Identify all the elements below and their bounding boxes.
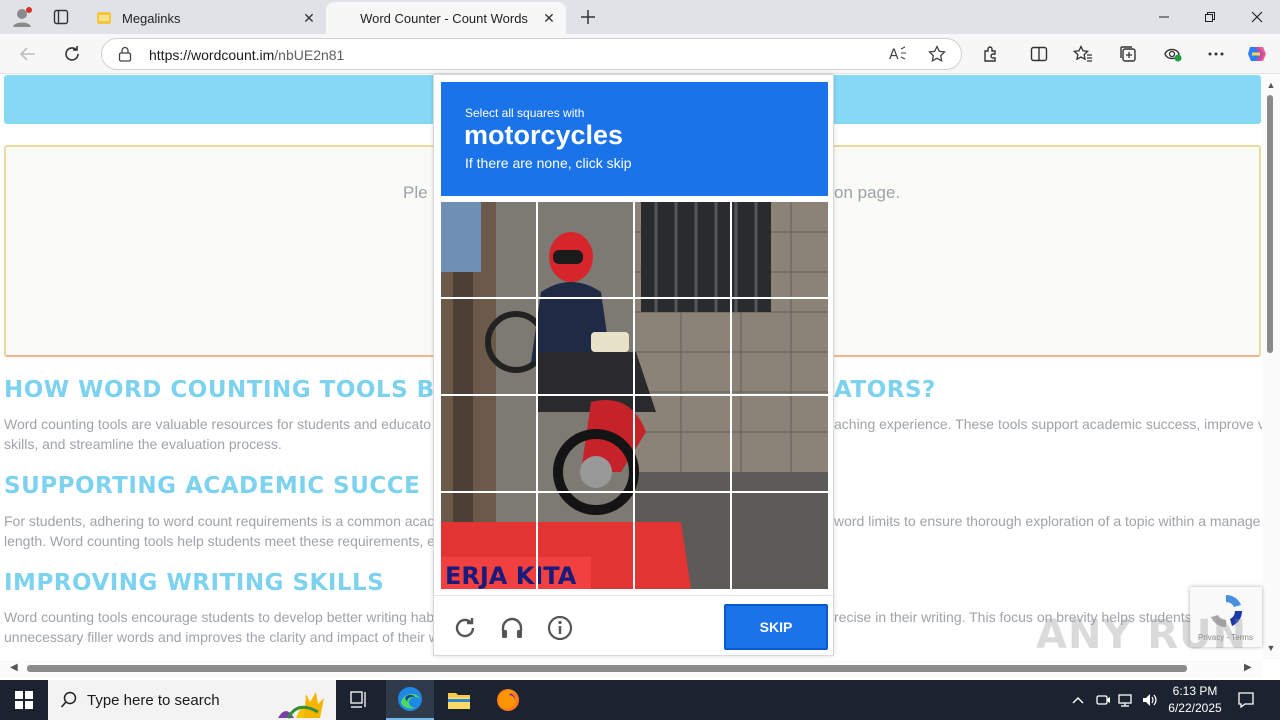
split-screen-icon[interactable] [1027, 42, 1051, 66]
paragraph-line: skills, and streamline the evaluation pr… [4, 436, 282, 452]
captcha-instruction: Select all squares with [465, 106, 585, 120]
captcha-tile[interactable] [635, 299, 730, 394]
file-explorer-icon[interactable] [435, 680, 483, 720]
horizontal-scrollbar[interactable]: ◀ ▶ [0, 660, 1262, 678]
skip-button[interactable]: SKIP [724, 604, 828, 650]
notifications-icon[interactable] [1234, 688, 1258, 712]
captcha-tile[interactable] [538, 299, 633, 394]
captcha-tile[interactable] [441, 396, 536, 491]
read-aloud-icon[interactable]: A [888, 45, 908, 68]
watermark: ANY RUN [1036, 612, 1248, 658]
task-view-icon[interactable] [336, 680, 384, 720]
svg-text:A: A [889, 47, 899, 63]
show-hidden-icons-icon[interactable] [1068, 690, 1088, 710]
paragraph-line: Word counting tools encourage students t… [4, 609, 435, 625]
tab-title: Megalinks [122, 10, 181, 26]
address-bar[interactable]: https://wordcount.im/nbUE2n81 A [101, 38, 962, 70]
scroll-thumb[interactable] [1267, 95, 1273, 353]
paragraph-line: For students, adhering to word count req… [4, 513, 436, 529]
scroll-left-icon[interactable]: ◀ [10, 662, 18, 673]
edge-taskbar-icon[interactable] [386, 680, 434, 720]
section-heading: HOW WORD COUNTING TOOLS B [4, 377, 435, 403]
captcha-footer: SKIP [434, 595, 833, 655]
captcha-challenge: Select all squares with motorcycles If t… [433, 74, 834, 656]
favorites-icon[interactable] [1071, 42, 1095, 66]
close-tab-icon[interactable]: ✕ [298, 7, 320, 29]
collections-icon[interactable] [1116, 42, 1140, 66]
captcha-hint: If there are none, click skip [465, 155, 632, 171]
scroll-thumb[interactable] [27, 665, 1187, 672]
tab-title: Word Counter - Count Words [360, 10, 528, 26]
clock-date: 6/22/2025 [1168, 701, 1222, 715]
scroll-up-icon[interactable]: ▲ [1265, 80, 1277, 92]
search-placeholder: Type here to search [87, 692, 220, 709]
captcha-target: motorcycles [464, 120, 624, 150]
browser-essentials-icon[interactable] [1161, 42, 1185, 66]
scroll-down-icon[interactable]: ▼ [1265, 643, 1277, 655]
captcha-tile[interactable] [441, 493, 536, 588]
captcha-tile[interactable] [732, 299, 827, 394]
firefox-icon[interactable] [484, 680, 532, 720]
volume-icon[interactable] [1140, 690, 1160, 710]
more-menu-icon[interactable] [1204, 42, 1228, 66]
meet-now-icon[interactable] [1093, 690, 1113, 710]
info-icon[interactable] [546, 614, 574, 642]
extensions-icon[interactable] [979, 42, 1003, 66]
start-button[interactable] [0, 680, 48, 720]
captcha-image-grid: ERJA KITA [441, 202, 828, 589]
url-text: https://wordcount.im/nbUE2n81 [149, 47, 345, 63]
captcha-tile[interactable] [635, 493, 730, 588]
captcha-tile[interactable] [732, 202, 827, 297]
copilot-icon[interactable] [1245, 42, 1269, 66]
clock-time: 6:13 PM [1172, 684, 1218, 698]
tab-word-counter[interactable]: Word Counter - Count Words ✕ [326, 2, 566, 34]
captcha-tile[interactable] [538, 396, 633, 491]
network-icon[interactable] [1116, 690, 1136, 710]
captcha-tile[interactable] [441, 202, 536, 297]
tab-megalinks[interactable]: Megalinks ✕ [88, 2, 326, 34]
folder-favicon-icon [96, 10, 112, 26]
search-highlight-illustration [278, 692, 324, 719]
captcha-tile[interactable] [538, 202, 633, 297]
lock-icon[interactable] [118, 46, 132, 67]
captcha-header: Select all squares with motorcycles If t… [441, 82, 828, 196]
windows-logo-icon [15, 691, 33, 709]
paragraph-line: length. Word counting tools help student… [4, 533, 435, 549]
paragraph-line: Word counting tools are valuable resourc… [4, 416, 431, 432]
section-heading-right: ATORS? [834, 377, 936, 403]
search-icon [60, 691, 77, 708]
close-tab-icon[interactable]: ✕ [538, 7, 560, 29]
vertical-scrollbar[interactable]: ▲ ▼ [1262, 75, 1280, 660]
profile-icon[interactable] [8, 4, 36, 30]
captcha-tile[interactable] [635, 202, 730, 297]
favorite-star-icon[interactable] [928, 44, 946, 68]
audio-challenge-icon[interactable] [498, 614, 526, 642]
refresh-icon[interactable] [60, 42, 84, 66]
captcha-tile[interactable] [635, 396, 730, 491]
minimize-icon[interactable] [1141, 0, 1187, 34]
tab-actions-icon[interactable] [48, 6, 74, 28]
windows-taskbar: Type here to search 6:13 PM 6/22/2025 [0, 680, 1280, 720]
new-tab-icon[interactable] [576, 5, 600, 29]
captcha-tile[interactable] [441, 299, 536, 394]
scroll-right-icon[interactable]: ▶ [1244, 662, 1252, 673]
back-icon[interactable] [16, 42, 40, 66]
taskbar-search-box[interactable]: Type here to search [48, 680, 336, 720]
captcha-tile[interactable] [732, 396, 827, 491]
captcha-tile[interactable] [538, 493, 633, 588]
tab-strip: Megalinks ✕ Word Counter - Count Words ✕ [0, 0, 1280, 34]
section-heading: SUPPORTING ACADEMIC SUCCE [4, 473, 421, 499]
browser-toolbar: https://wordcount.im/nbUE2n81 A [0, 34, 1280, 74]
captcha-tile[interactable] [732, 493, 827, 588]
section-heading: IMPROVING WRITING SKILLS [4, 570, 385, 596]
reload-icon[interactable] [451, 614, 479, 642]
taskbar-clock[interactable]: 6:13 PM 6/22/2025 [1163, 683, 1227, 717]
close-window-icon[interactable] [1234, 0, 1280, 34]
paragraph-line: word limits to ensure thorough explorati… [834, 513, 1261, 529]
restore-icon[interactable] [1187, 0, 1233, 34]
paragraph-line: aching experience. These tools support a… [834, 416, 1262, 432]
paragraph-line: unnecessary filler words and improves th… [4, 629, 439, 645]
